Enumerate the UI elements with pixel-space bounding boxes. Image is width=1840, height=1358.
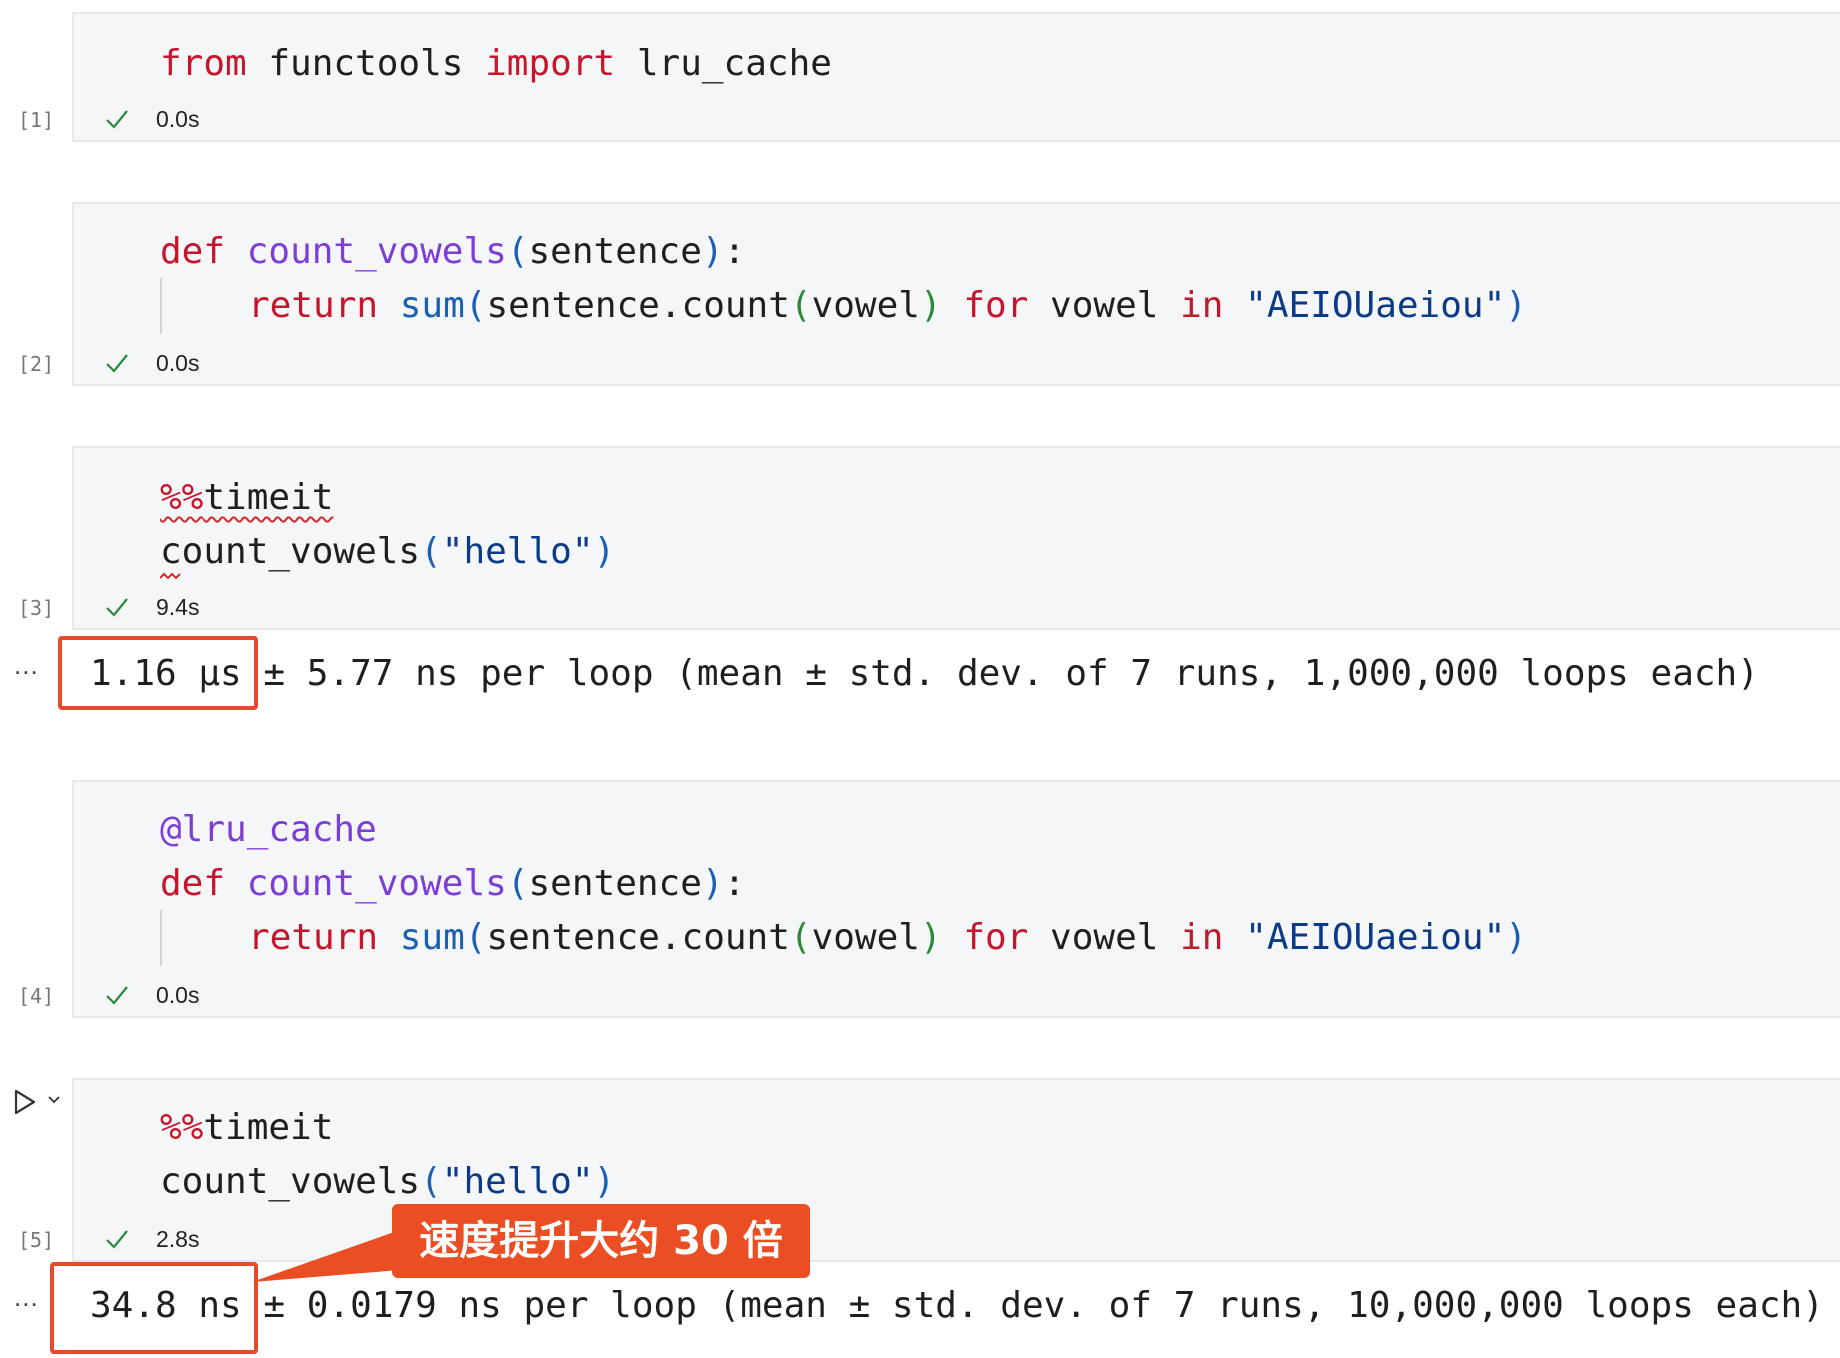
variable: vowel [811, 285, 920, 326]
keyword-from: from [160, 43, 247, 84]
output-ellipsis[interactable]: ... [14, 1282, 39, 1313]
paren: ) [1505, 285, 1527, 326]
code-line: return sum(sentence.count(vowel) for vow… [248, 284, 1527, 328]
paren: ( [464, 285, 487, 326]
paren: ) [701, 863, 724, 904]
expression: sentence.count [486, 917, 790, 958]
paren: ( [464, 917, 487, 958]
paren: ( [506, 231, 529, 272]
function-name: count_vowels [246, 863, 507, 904]
builtin-sum: sum [399, 917, 465, 958]
code-cell-4[interactable]: @lru_cache def count_vowels(sentence): r… [72, 780, 1840, 1018]
paren: ( [506, 863, 529, 904]
check-icon [106, 1230, 128, 1249]
code-line: count_vowels("hello") [160, 530, 615, 574]
error-squiggle [160, 572, 181, 580]
execution-count: [5] [18, 1228, 55, 1252]
paren: ( [789, 917, 812, 958]
code-line: %%timeit [160, 1106, 333, 1150]
code-line: from functools import lru_cache [160, 42, 832, 86]
function-name: count_vowels [246, 231, 507, 272]
keyword-in: in [1180, 285, 1224, 326]
keyword-for: for [963, 285, 1029, 326]
code-line: return sum(sentence.count(vowel) for vow… [248, 916, 1527, 960]
chevron-down-icon[interactable] [46, 1094, 62, 1106]
execution-count: [3] [18, 596, 55, 620]
output-rest: ± 0.0179 ns per loop (mean ± std. dev. o… [241, 1285, 1824, 1326]
paren: ) [919, 285, 942, 326]
highlight-box [50, 1262, 258, 1354]
callout-pointer [252, 1230, 400, 1282]
execution-time: 0.0s [156, 350, 200, 376]
colon: : [723, 231, 746, 272]
string-literal: "hello" [441, 1161, 594, 1202]
magic-name: timeit [203, 477, 334, 518]
paren: ) [701, 231, 724, 272]
indent-guide [160, 278, 162, 334]
execution-time: 2.8s [156, 1226, 200, 1252]
colon: : [723, 863, 746, 904]
indent-guide [160, 910, 162, 966]
magic-name: timeit [203, 1107, 334, 1148]
highlight-box [58, 636, 258, 710]
string-literal: "AEIOUaeiou" [1245, 917, 1506, 958]
magic-command: %%timeit [160, 477, 333, 518]
keyword-return: return [248, 285, 379, 326]
parameter: sentence [528, 863, 702, 904]
keyword-in: in [1180, 917, 1224, 958]
variable: vowel [1050, 917, 1159, 958]
magic-prefix: %% [160, 477, 204, 518]
check-icon [106, 110, 128, 129]
cell-output: 34.8 ns ± 0.0179 ns per loop (mean ± std… [90, 1284, 1824, 1328]
paren: ( [420, 531, 442, 572]
variable: vowel [811, 917, 920, 958]
output-ellipsis[interactable]: ... [14, 650, 39, 681]
execution-time: 0.0s [156, 982, 200, 1008]
imported-name: lru_cache [615, 43, 832, 84]
run-cell-icon[interactable] [12, 1088, 38, 1116]
keyword-def: def [160, 863, 226, 904]
execution-count: [2] [18, 352, 55, 376]
function-call: count_vowels [160, 531, 421, 572]
code-line: def count_vowels(sentence): [160, 230, 745, 274]
decorator: @lru_cache [160, 809, 377, 850]
parameter: sentence [528, 231, 702, 272]
expression: sentence.count [486, 285, 790, 326]
code-cell-1[interactable]: from functools import lru_cache [72, 12, 1840, 142]
string-literal: "AEIOUaeiou" [1245, 285, 1506, 326]
check-icon [106, 986, 128, 1005]
execution-time: 0.0s [156, 106, 200, 132]
builtin-sum: sum [399, 285, 465, 326]
execution-count: [1] [18, 108, 55, 132]
output-rest: ± 5.77 ns per loop (mean ± std. dev. of … [241, 653, 1759, 694]
code-cell-3[interactable]: %%timeit count_vowels("hello") [72, 446, 1840, 630]
paren: ) [593, 1161, 616, 1202]
paren: ( [789, 285, 812, 326]
module-name: functools [246, 43, 486, 84]
execution-count: [4] [18, 984, 55, 1008]
keyword-def: def [160, 231, 226, 272]
paren: ( [420, 1161, 442, 1202]
check-icon [106, 598, 128, 617]
code-line: %%timeit [160, 476, 333, 520]
cell-output: 1.16 µs ± 5.77 ns per loop (mean ± std. … [90, 652, 1759, 696]
paren: ) [919, 917, 942, 958]
keyword-import: import [485, 43, 616, 84]
string-literal: "hello" [441, 531, 594, 572]
execution-time: 9.4s [156, 594, 200, 620]
code-cell-2[interactable]: def count_vowels(sentence): return sum(s… [72, 202, 1840, 386]
paren: ) [593, 531, 616, 572]
magic-prefix: %% [160, 1107, 204, 1148]
paren: ) [1505, 917, 1527, 958]
check-icon [106, 354, 128, 373]
keyword-for: for [963, 917, 1029, 958]
variable: vowel [1050, 285, 1159, 326]
function-call: count_vowels [160, 1161, 421, 1202]
code-line: def count_vowels(sentence): [160, 862, 745, 906]
code-line: count_vowels("hello") [160, 1160, 615, 1204]
keyword-return: return [248, 917, 379, 958]
callout-annotation: 速度提升大约 30 倍 [392, 1204, 810, 1278]
